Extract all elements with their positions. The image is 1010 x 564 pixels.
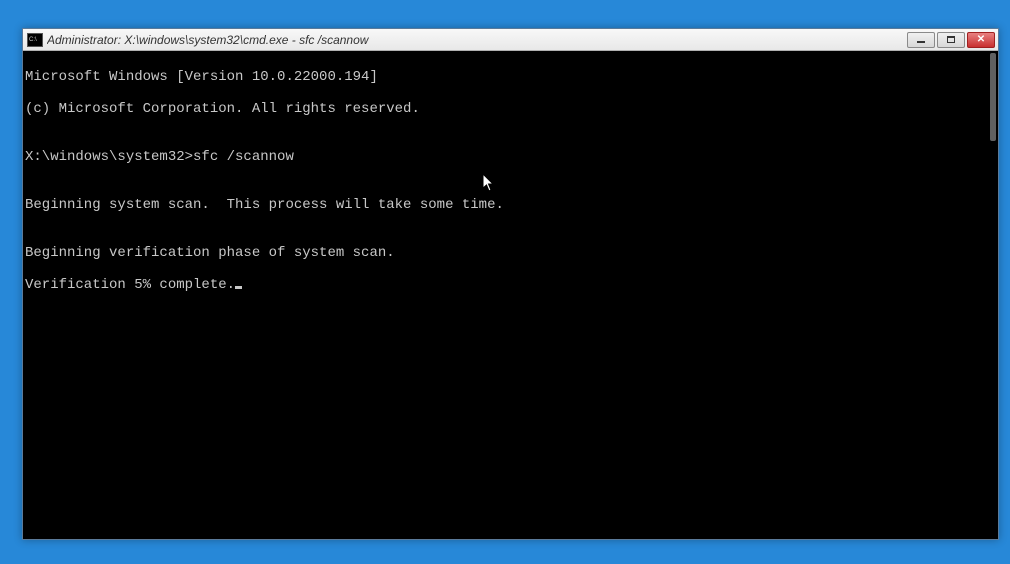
- cmd-window: C:\ Administrator: X:\windows\system32\c…: [22, 28, 999, 540]
- console-line: Beginning verification phase of system s…: [25, 245, 998, 261]
- console-line: X:\windows\system32>sfc /scannow: [25, 149, 998, 165]
- cmd-icon: C:\: [27, 33, 43, 47]
- close-button[interactable]: ✕: [967, 32, 995, 48]
- minimize-button[interactable]: [907, 32, 935, 48]
- console-line: (c) Microsoft Corporation. All rights re…: [25, 101, 998, 117]
- minimize-icon: [917, 41, 925, 43]
- close-icon: ✕: [977, 35, 985, 45]
- window-title: Administrator: X:\windows\system32\cmd.e…: [47, 33, 907, 47]
- text-cursor: [235, 286, 242, 289]
- cmd-icon-label: C:\: [29, 37, 37, 43]
- window-controls: ✕: [907, 32, 995, 48]
- titlebar[interactable]: C:\ Administrator: X:\windows\system32\c…: [23, 29, 998, 51]
- maximize-icon: [947, 36, 955, 43]
- console-output[interactable]: Microsoft Windows [Version 10.0.22000.19…: [23, 51, 998, 539]
- maximize-button[interactable]: [937, 32, 965, 48]
- console-line: Beginning system scan. This process will…: [25, 197, 998, 213]
- console-text: Verification 5% complete.: [25, 277, 235, 293]
- console-line: Microsoft Windows [Version 10.0.22000.19…: [25, 69, 998, 85]
- scrollbar-thumb[interactable]: [990, 53, 996, 141]
- console-line-last: Verification 5% complete.: [25, 277, 998, 293]
